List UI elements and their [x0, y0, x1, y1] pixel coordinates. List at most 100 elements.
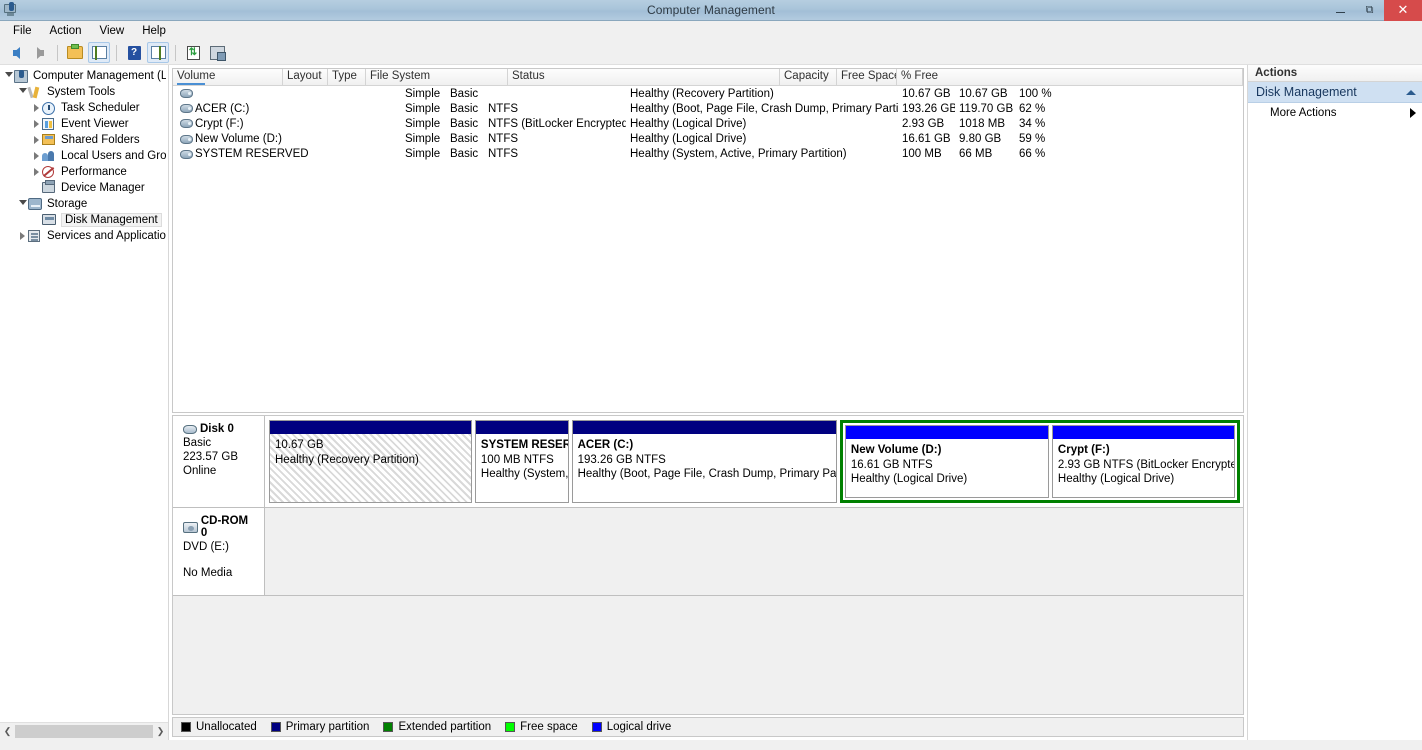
- column-header-layout[interactable]: Layout: [283, 69, 328, 85]
- refresh-button[interactable]: ⇅: [182, 42, 204, 63]
- chevron-down-icon[interactable]: [17, 199, 28, 209]
- users-icon: [42, 149, 58, 163]
- chevron-right-icon[interactable]: [1410, 107, 1416, 118]
- scroll-left-button[interactable]: ❮: [0, 724, 15, 740]
- chevron-right-icon[interactable]: [31, 120, 42, 128]
- legend-label: Extended partition: [398, 721, 492, 733]
- volume-disk-icon: [180, 149, 193, 159]
- scroll-track[interactable]: [15, 725, 153, 738]
- action-more-actions[interactable]: More Actions: [1248, 103, 1422, 122]
- tree-item-disk-management[interactable]: Disk Management: [0, 212, 168, 228]
- tree-item-label: Storage: [47, 198, 88, 210]
- tree-item-performance[interactable]: Performance: [0, 164, 168, 180]
- tree-item-task-scheduler[interactable]: Task Scheduler: [0, 100, 168, 116]
- disk-detail-2: 223.57 GB: [183, 451, 238, 463]
- window-title: Computer Management: [647, 3, 775, 17]
- menu-action[interactable]: Action: [41, 23, 91, 39]
- disk-detail-3: Online: [183, 465, 217, 477]
- legend-swatch: [383, 722, 394, 732]
- tree-item-shared-folders[interactable]: Shared Folders: [0, 132, 168, 148]
- partition-color-bar: [1052, 426, 1234, 439]
- tree-item-computer-management-local[interactable]: Computer Management (Local: [0, 68, 168, 84]
- chevron-up-icon[interactable]: [1406, 89, 1416, 95]
- properties-button[interactable]: [206, 42, 228, 63]
- column-header-capacity[interactable]: Capacity: [780, 69, 837, 85]
- extended-partition-container[interactable]: New Volume (D:) 16.61 GB NTFS Healthy (Log…: [839, 420, 1240, 503]
- legend-swatch: [181, 722, 191, 732]
- show-hide-console-tree-button[interactable]: [88, 42, 110, 63]
- menu-file[interactable]: File: [4, 23, 41, 39]
- volume-cell[interactable]: Crypt (F:): [173, 118, 401, 130]
- cell-file-system: NTFS: [488, 148, 519, 161]
- actions-pane: Actions Disk Management More Actions: [1248, 65, 1422, 740]
- disk-info[interactable]: Disk 0 Basic 223.57 GB Online: [173, 416, 265, 507]
- chevron-down-icon[interactable]: [3, 71, 14, 81]
- up-folder-button[interactable]: [64, 42, 86, 63]
- volume-cell[interactable]: [173, 89, 401, 99]
- back-button[interactable]: [5, 42, 27, 63]
- tree-item-device-manager[interactable]: Device Manager: [0, 180, 168, 196]
- console-tree-icon: [91, 46, 107, 60]
- volume-cell[interactable]: ACER (C:): [173, 103, 401, 115]
- chevron-right-icon[interactable]: [31, 104, 42, 112]
- actions-section-disk-management[interactable]: Disk Management: [1248, 82, 1422, 103]
- chevron-right-icon[interactable]: [17, 232, 28, 240]
- tree-item-storage[interactable]: Storage: [0, 196, 168, 212]
- cell-capacity: 2.93 GB: [902, 117, 945, 130]
- menu-help[interactable]: Help: [133, 23, 175, 39]
- partition-block[interactable]: SYSTEM RESERVEI 100 MB NTFS Healthy (Syste…: [474, 420, 569, 503]
- cell-type: Basic: [450, 133, 479, 146]
- chevron-right-icon[interactable]: [31, 168, 42, 176]
- tree-item-label: Task Scheduler: [61, 102, 140, 114]
- column-header-free-space[interactable]: Free Space: [837, 69, 897, 85]
- chevron-down-icon[interactable]: [17, 87, 28, 97]
- table-row[interactable]: Crypt (F:) Simple Basic NTFS (BitLocker Enc…: [173, 116, 1243, 131]
- tree-horizontal-scrollbar[interactable]: ❮ ❯: [0, 722, 168, 740]
- chevron-right-icon[interactable]: [31, 136, 42, 144]
- column-header-status[interactable]: Status: [508, 69, 780, 85]
- computer-icon: [14, 69, 30, 83]
- scroll-right-button[interactable]: ❯: [153, 724, 168, 740]
- show-hide-action-pane-button[interactable]: [147, 42, 169, 63]
- tree-item-event-viewer[interactable]: Event Viewer: [0, 116, 168, 132]
- volume-cell[interactable]: SYSTEM RESERVED: [173, 148, 401, 160]
- tree-item-system-tools[interactable]: System Tools: [0, 84, 168, 100]
- cell-type: Basic: [450, 148, 479, 161]
- table-row[interactable]: ACER (C:) Simple Basic NTFS Healthy (Boot, P…: [173, 101, 1243, 116]
- event-viewer-icon: [42, 117, 58, 131]
- tree-item-local-users-and-groups[interactable]: Local Users and Groups: [0, 148, 168, 164]
- volume-name: New Volume (D:): [195, 133, 282, 146]
- menu-view[interactable]: View: [91, 23, 134, 39]
- partition-line-1: 16.61 GB NTFS: [850, 458, 933, 471]
- column-header-file-system[interactable]: File System: [366, 69, 508, 85]
- column-header-volume[interactable]: Volume: [173, 69, 283, 85]
- table-row[interactable]: Simple Basic Healthy (Recovery Partition) 1…: [173, 86, 1243, 101]
- disk-info[interactable]: CD-ROM 0 DVD (E:) No Media: [173, 508, 265, 595]
- partition-block[interactable]: ACER (C:) 193.26 GB NTFS Healthy (Boot, Pa…: [571, 420, 837, 503]
- table-row[interactable]: SYSTEM RESERVED Simple Basic NTFS Healthy (S…: [173, 147, 1243, 162]
- table-row[interactable]: New Volume (D:) Simple Basic NTFS Healthy (L…: [173, 132, 1243, 147]
- cell-capacity: 16.61 GB: [902, 133, 951, 146]
- tree-item-label: Shared Folders: [61, 134, 140, 146]
- refresh-icon: ⇅: [186, 45, 200, 60]
- volume-disk-icon: [180, 119, 193, 129]
- forward-button[interactable]: [29, 42, 51, 63]
- partition-block[interactable]: New Volume (D:) 16.61 GB NTFS Healthy (Log…: [844, 425, 1049, 498]
- cell-capacity: 100 MB: [902, 148, 942, 161]
- disk-management-pane: Volume Layout Type File System Status Capacit…: [169, 65, 1248, 740]
- column-header-type[interactable]: Type: [328, 69, 366, 85]
- help-button[interactable]: ?: [123, 42, 145, 63]
- partition-title: Crypt (F:): [1057, 444, 1110, 456]
- partition-block[interactable]: Crypt (F:) 2.93 GB NTFS (BitLocker Encryp…: [1051, 425, 1235, 498]
- disk-detail-3: No Media: [183, 567, 233, 579]
- cell-type: Basic: [450, 87, 479, 100]
- tree-item-services-and-applications[interactable]: Services and Applications: [0, 228, 168, 244]
- scroll-thumb[interactable]: [15, 725, 153, 738]
- cell-capacity: 193.26 GB: [902, 102, 955, 115]
- chevron-right-icon[interactable]: [31, 152, 42, 160]
- legend-label: Primary partition: [285, 721, 370, 733]
- partition-block[interactable]: 10.67 GB Healthy (Recovery Partition): [269, 420, 472, 503]
- volume-cell[interactable]: New Volume (D:): [173, 133, 401, 145]
- column-header-free[interactable]: % Free: [897, 69, 1243, 85]
- cell-free-space: 66 MB: [959, 148, 993, 161]
